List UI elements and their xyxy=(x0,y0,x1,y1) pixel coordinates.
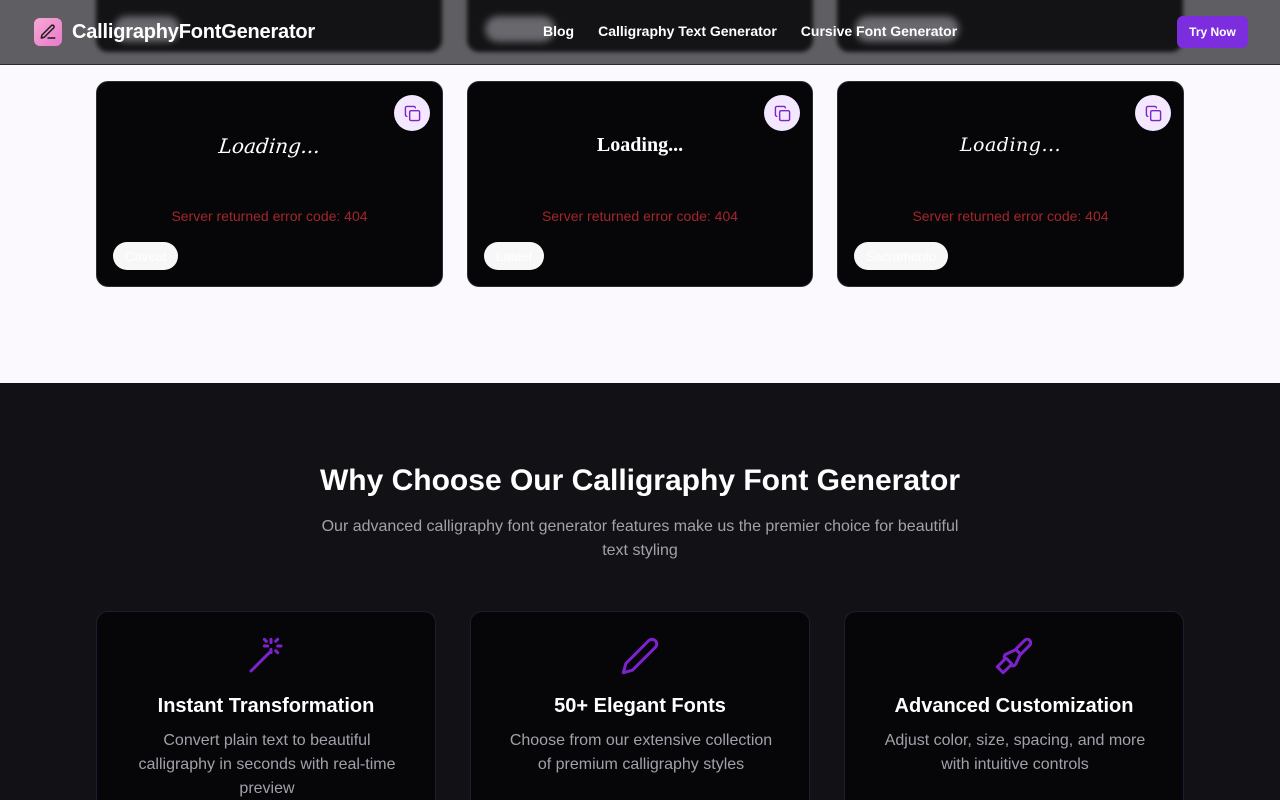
font-preview-card: Loading... Server returned error code: 4… xyxy=(467,81,813,287)
copy-icon xyxy=(774,105,790,121)
font-preview-card: Loading... Server returned error code: 4… xyxy=(837,81,1184,287)
paintbrush-icon xyxy=(995,637,1033,675)
feature-description: Adjust color, size, spacing, and more wi… xyxy=(884,732,1146,773)
error-message: Server returned error code: 404 xyxy=(541,208,739,224)
font-preview-section: Loading... Server returned error code: 4… xyxy=(0,65,1280,383)
brand-name: CalligraphyFontGenerator xyxy=(72,20,316,43)
copy-button[interactable] xyxy=(1135,95,1171,131)
copy-icon xyxy=(1145,105,1161,121)
loading-text: Loading... xyxy=(596,134,684,156)
brand-logo[interactable]: CalligraphyFontGenerator xyxy=(34,18,315,46)
loading-text: Loading... xyxy=(959,134,1062,156)
font-preview-card: Loading... Server returned error code: 4… xyxy=(96,81,443,287)
site-header: CalligraphyFontGenerator Blog Calligraph… xyxy=(0,0,1280,65)
features-heading: Why Choose Our Calligraphy Font Generato… xyxy=(319,464,961,497)
font-name-tag: Lateef xyxy=(484,242,545,270)
feature-description: Choose from our extensive collection of … xyxy=(509,732,773,773)
pen-logo-icon xyxy=(34,18,62,46)
font-name-tag: Caveat xyxy=(113,242,179,270)
feature-card: Advanced Customization Adjust color, siz… xyxy=(844,611,1184,800)
feature-card: Instant Transformation Convert plain tex… xyxy=(96,611,436,800)
feature-card: 50+ Elegant Fonts Choose from our extens… xyxy=(470,611,810,800)
feature-description: Convert plain text to beautiful calligra… xyxy=(138,732,396,797)
magic-wand-icon xyxy=(249,637,283,673)
feature-title: 50+ Elegant Fonts xyxy=(554,695,726,717)
error-message: Server returned error code: 404 xyxy=(171,208,368,224)
try-now-button[interactable]: Try Now xyxy=(1177,16,1248,48)
loading-text: Loading... xyxy=(217,134,322,158)
features-subtitle: Our advanced calligraphy font generator … xyxy=(321,518,959,559)
nav-link-cursive-font-generator[interactable]: Cursive Font Generator xyxy=(801,23,957,39)
features-section: Why Choose Our Calligraphy Font Generato… xyxy=(0,383,1280,800)
nav-link-calligraphy-text-generator[interactable]: Calligraphy Text Generator xyxy=(598,23,777,39)
pen-icon xyxy=(621,637,659,675)
copy-button[interactable] xyxy=(764,95,800,131)
error-message: Server returned error code: 404 xyxy=(912,208,1109,224)
nav-link-blog[interactable]: Blog xyxy=(543,23,574,39)
font-name-tag: Sacramento xyxy=(854,242,949,270)
copy-button[interactable] xyxy=(394,95,430,131)
feature-title: Advanced Customization xyxy=(894,695,1134,717)
copy-icon xyxy=(404,105,420,121)
feature-title: Instant Transformation xyxy=(157,695,375,717)
main-nav: Blog Calligraphy Text Generator Cursive … xyxy=(543,23,957,39)
